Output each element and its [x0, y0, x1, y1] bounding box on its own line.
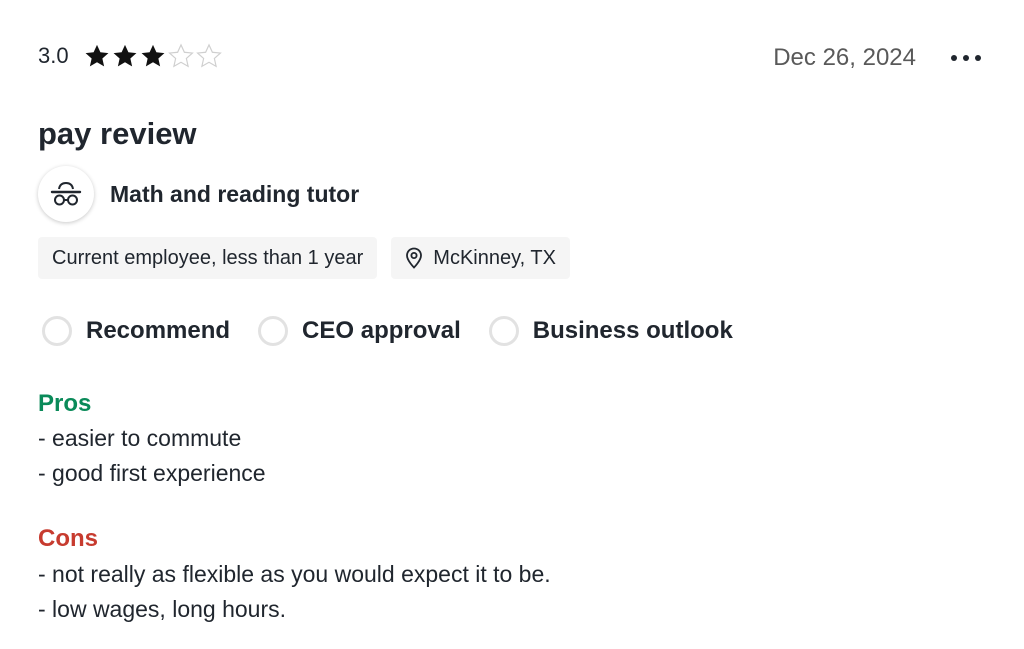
- more-options-icon: [951, 55, 957, 61]
- rating-number: 3.0: [38, 43, 69, 68]
- ceo-approval-label: CEO approval: [302, 317, 461, 344]
- sub-ratings: Recommend CEO approval Business outlook: [42, 316, 761, 346]
- star-filled-icon: [113, 44, 137, 67]
- location-label: McKinney, TX: [433, 246, 556, 269]
- location-tag: McKinney, TX: [391, 237, 570, 279]
- anonymous-user-icon: [50, 181, 82, 206]
- business-outlook-label: Business outlook: [532, 317, 733, 344]
- star-filled-icon: [85, 44, 109, 67]
- neutral-circle-icon: [488, 316, 519, 346]
- employment-status-tag: Current employee, less than 1 year: [38, 237, 378, 279]
- recommend-label: Recommend: [86, 317, 231, 344]
- avatar: [38, 166, 94, 222]
- neutral-circle-icon: [258, 316, 289, 346]
- cons-text: - not really as flexible as you would ex…: [38, 557, 551, 627]
- review-card: 3.0 Dec 26, 2024 pay review Math and rea…: [0, 0, 1024, 649]
- star-rating: [83, 42, 223, 70]
- review-tags: Current employee, less than 1 year McKin…: [38, 237, 570, 279]
- pros-line: - easier to commute: [38, 425, 242, 451]
- star-filled-icon: [141, 44, 165, 67]
- more-options-button[interactable]: [946, 44, 986, 72]
- pros-text: - easier to commute - good first experie…: [38, 421, 266, 491]
- business-outlook-indicator: Business outlook: [488, 316, 733, 346]
- pros-heading: Pros: [38, 390, 92, 417]
- employment-status-label: Current employee, less than 1 year: [52, 246, 364, 269]
- ceo-approval-indicator: CEO approval: [258, 316, 461, 346]
- star-empty-icon: [167, 43, 194, 68]
- pros-line: - good first experience: [38, 460, 266, 486]
- job-title: Math and reading tutor: [110, 180, 360, 207]
- job-info: Math and reading tutor: [38, 166, 359, 222]
- cons-line: - low wages, long hours.: [38, 596, 287, 622]
- neutral-circle-icon: [42, 316, 72, 346]
- review-date: Dec 26, 2024: [773, 44, 916, 71]
- recommend-indicator: Recommend: [42, 316, 230, 346]
- cons-line: - not really as flexible as you would ex…: [38, 561, 551, 587]
- review-title: pay review: [38, 116, 197, 151]
- star-empty-icon: [195, 43, 222, 68]
- location-pin-icon: [405, 247, 423, 269]
- review-header: 3.0 Dec 26, 2024: [38, 36, 986, 76]
- cons-heading: Cons: [38, 525, 98, 552]
